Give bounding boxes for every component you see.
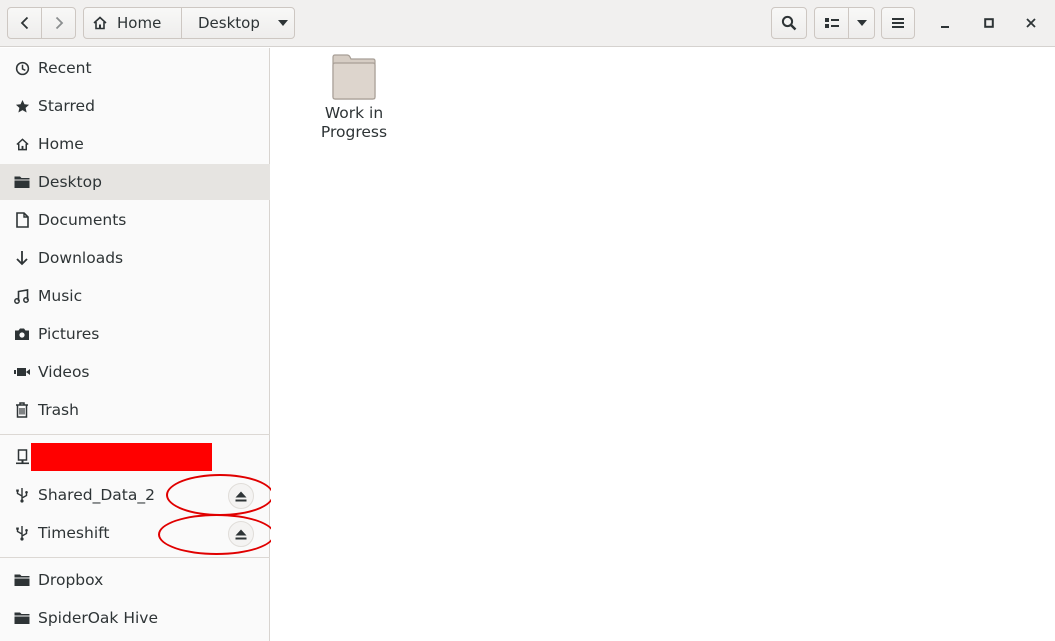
close-button[interactable] [1017, 9, 1045, 37]
video-icon [14, 364, 30, 380]
annotation-ellipse [166, 474, 274, 516]
search-button[interactable] [771, 7, 807, 39]
maximize-button[interactable] [975, 9, 1003, 37]
file-item-label: Work in Progress [320, 104, 388, 141]
minimize-button[interactable] [931, 9, 959, 37]
music-icon [14, 288, 30, 304]
network-drive-icon [14, 449, 30, 465]
sidebar-item-documents[interactable]: Documents [0, 202, 270, 238]
sidebar-item-label: Documents [38, 211, 127, 229]
redacted-label [31, 443, 212, 471]
sidebar-item-label: Home [38, 135, 84, 153]
sidebar-item-desktop[interactable]: Desktop [0, 164, 270, 200]
home-icon [14, 136, 30, 152]
sidebar-item-spideroak-hive[interactable]: SpiderOak Hive [0, 600, 270, 636]
chevron-left-icon [20, 16, 28, 30]
sidebar-item-label: Starred [38, 97, 95, 115]
sidebar-item-network-drive[interactable] [0, 439, 270, 475]
sidebar-item-dropbox[interactable]: Dropbox [0, 562, 270, 598]
star-icon [14, 98, 30, 114]
minimize-icon [941, 26, 949, 28]
view-options-button[interactable] [848, 7, 875, 39]
sidebar-item-label: Recent [38, 59, 92, 77]
sidebar-item-label: Desktop [38, 173, 102, 191]
sidebar-item-trash[interactable]: Trash [0, 392, 270, 428]
file-item-work-in-progress[interactable]: Work in Progress [311, 54, 397, 142]
sidebar-item-recent[interactable]: Recent [0, 50, 270, 86]
sidebar-item-home[interactable]: Home [0, 126, 270, 162]
sidebar-item-label: Timeshift [38, 524, 110, 542]
menu-button[interactable] [881, 7, 915, 39]
view-mode-button[interactable] [814, 7, 849, 39]
folder-icon [14, 610, 30, 626]
home-icon [93, 16, 107, 30]
usb-icon [14, 487, 30, 503]
dropdown-arrow-icon [277, 20, 288, 26]
sidebar-separator [0, 557, 270, 558]
sidebar-item-music[interactable]: Music [0, 278, 270, 314]
download-icon [14, 250, 30, 266]
folder-icon [14, 572, 30, 588]
close-icon [1026, 18, 1036, 28]
header-bar: Home Desktop [0, 0, 1055, 47]
sidebar-item-label: Shared_Data_2 [38, 486, 155, 504]
forward-button[interactable] [41, 7, 76, 39]
sidebar-item-starred[interactable]: Starred [0, 88, 270, 124]
folder-icon [332, 54, 376, 100]
path-home-label: Home [117, 14, 162, 32]
file-view[interactable]: Work in Progress [271, 48, 1055, 641]
trash-icon [14, 402, 30, 418]
sidebar-item-label: Videos [38, 363, 90, 381]
sidebar-item-label: Dropbox [38, 571, 104, 589]
usb-icon [14, 525, 30, 541]
sidebar-item-pictures[interactable]: Pictures [0, 316, 270, 352]
document-icon [14, 212, 30, 228]
sidebar-item-label: Downloads [38, 249, 124, 267]
list-view-icon [824, 18, 839, 28]
sidebar-separator [0, 434, 270, 435]
camera-icon [14, 326, 30, 342]
folder-icon [14, 174, 30, 190]
chevron-right-icon [55, 16, 63, 30]
clock-icon [14, 60, 30, 76]
path-desktop-label: Desktop [198, 14, 260, 32]
path-desktop-button[interactable]: Desktop [181, 7, 295, 39]
nav-buttons [7, 7, 76, 39]
sidebar-item-videos[interactable]: Videos [0, 354, 270, 390]
search-icon [781, 15, 797, 31]
sidebar-item-label: SpiderOak Hive [38, 609, 159, 627]
path-home-button[interactable]: Home [83, 7, 182, 39]
sidebar-item-label: Music [38, 287, 83, 305]
sidebar-item-label: Pictures [38, 325, 100, 343]
maximize-icon [984, 18, 994, 28]
dropdown-arrow-icon [856, 20, 867, 26]
sidebar-item-label: Trash [38, 401, 79, 419]
hamburger-menu-icon [892, 18, 904, 28]
sidebar-item-downloads[interactable]: Downloads [0, 240, 270, 276]
annotation-ellipse [158, 514, 275, 555]
back-button[interactable] [7, 7, 42, 39]
